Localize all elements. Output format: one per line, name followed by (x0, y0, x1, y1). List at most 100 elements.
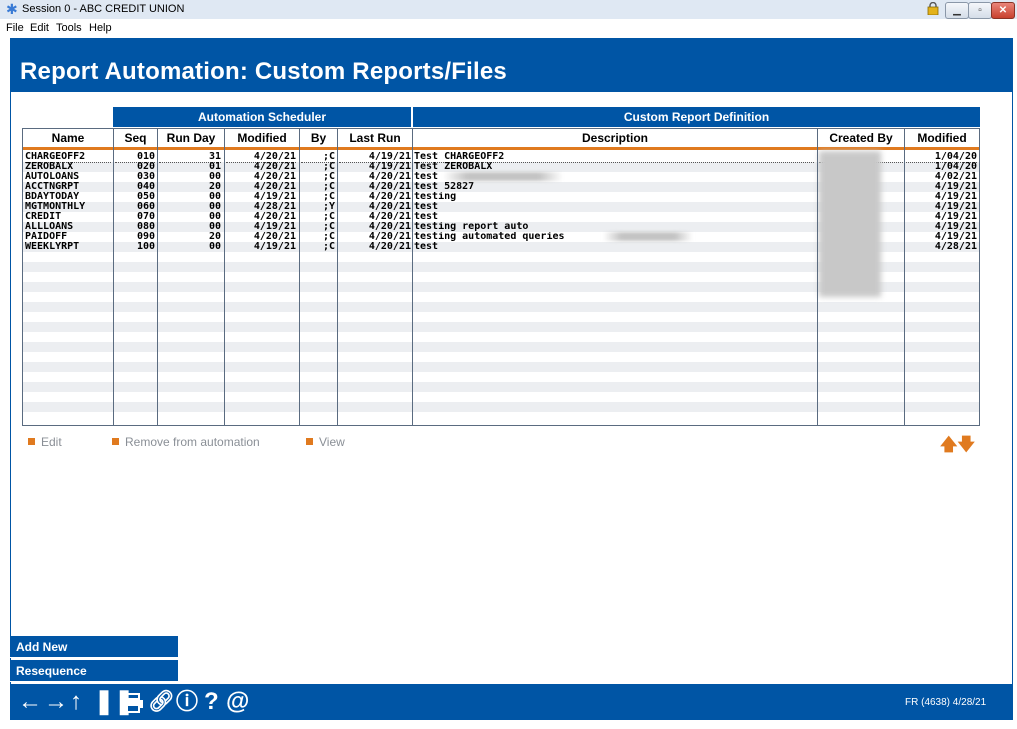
cell-def-modified: 4/19/21 (934, 192, 977, 202)
cell-name: MGTMONTHLY (25, 202, 86, 212)
col-divider (412, 129, 413, 425)
cell-name: WEEKLYRPT (25, 242, 80, 252)
minimize-icon: ▁ (953, 5, 961, 16)
menu-bar: File Edit Tools Help (0, 19, 1017, 37)
col-header-last-run[interactable]: Last Run (338, 129, 412, 150)
cell-description: test (414, 202, 439, 212)
view-action[interactable]: View (306, 435, 345, 449)
cell-by: ;C (322, 182, 335, 192)
cell-by: ;C (322, 172, 335, 182)
cell-description: test (414, 212, 439, 222)
reports-grid[interactable]: Name Seq Run Day Modified By Last Run De… (22, 128, 980, 426)
menu-tools[interactable]: Tools (56, 22, 82, 34)
cell-def-modified: 1/04/20 (934, 162, 977, 172)
edit-action-label: Edit (41, 435, 62, 449)
print-icon[interactable] (122, 693, 144, 713)
cell-name: ZEROBALX (25, 162, 74, 172)
col-header-def-modified[interactable]: Modified (905, 129, 979, 150)
add-new-button[interactable]: Add New (10, 636, 178, 658)
up-arrow-icon[interactable]: ↑ (70, 689, 82, 715)
cell-description: testing (414, 192, 457, 202)
menu-file[interactable]: File (6, 22, 24, 34)
redacted-text (443, 172, 563, 181)
move-up-arrow-icon[interactable]: 🡅 (940, 435, 957, 454)
menu-edit[interactable]: Edit (30, 22, 49, 34)
remove-action-label: Remove from automation (125, 435, 260, 449)
cell-name: CREDIT (25, 212, 62, 222)
cell-modified: 4/20/21 (253, 232, 296, 242)
row-background (23, 382, 979, 392)
forward-arrow-icon[interactable]: → (44, 689, 68, 715)
col-divider (224, 129, 225, 425)
cell-by: ;C (322, 192, 335, 202)
cell-seq: 040 (136, 182, 155, 192)
col-header-run-day[interactable]: Run Day (158, 129, 224, 150)
cell-run-day: 01 (208, 162, 221, 172)
minimize-button[interactable]: ▁ (945, 2, 969, 19)
menu-help[interactable]: Help (89, 22, 112, 34)
cell-seq: 030 (136, 172, 155, 182)
at-icon[interactable]: @ (226, 689, 249, 715)
maximize-icon: ▫ (978, 5, 982, 16)
col-divider (113, 129, 114, 425)
close-button[interactable]: ✕ (991, 2, 1015, 19)
group-header-definition: Custom Report Definition (413, 107, 980, 127)
col-header-name[interactable]: Name (23, 129, 113, 150)
cell-modified: 4/28/21 (253, 202, 296, 212)
cell-seq: 080 (136, 222, 155, 232)
window-titlebar: ✱ Session 0 - ABC CREDIT UNION ▁ ▫ ✕ (0, 0, 1017, 20)
move-down-arrow-icon[interactable]: 🡇 (957, 435, 974, 454)
row-background (23, 342, 979, 352)
cell-run-day: 00 (208, 242, 221, 252)
col-header-modified[interactable]: Modified (225, 129, 299, 150)
col-divider (157, 129, 158, 425)
row-background (23, 402, 979, 412)
window-title: Session 0 - ABC CREDIT UNION (22, 3, 185, 15)
cell-modified: 4/19/21 (253, 192, 296, 202)
col-header-by[interactable]: By (300, 129, 337, 150)
page-title: Report Automation: Custom Reports/Files (20, 58, 507, 85)
lock-icon (927, 2, 939, 15)
cell-description: testing report auto (414, 222, 529, 232)
cell-def-modified: 4/19/21 (934, 182, 977, 192)
group-header-scheduler: Automation Scheduler (113, 107, 411, 127)
help-icon[interactable]: ? (204, 689, 219, 715)
resequence-button[interactable]: Resequence (10, 660, 178, 682)
info-icon[interactable]: ⓘ (176, 689, 198, 715)
cell-description: test (414, 242, 439, 252)
cell-by: ;Y (322, 202, 335, 212)
remove-from-automation-action[interactable]: Remove from automation (112, 435, 260, 449)
col-header-seq[interactable]: Seq (114, 129, 157, 150)
cell-modified: 4/20/21 (253, 212, 296, 222)
row-background (23, 392, 979, 402)
reorder-arrows: 🡅🡇 (940, 432, 975, 461)
maximize-button[interactable]: ▫ (968, 2, 992, 19)
cell-by: ;C (322, 162, 335, 172)
cell-run-day: 00 (208, 192, 221, 202)
bullet-square-icon (112, 438, 119, 446)
cell-def-modified: 4/19/21 (934, 212, 977, 222)
cell-modified: 4/20/21 (253, 182, 296, 192)
cell-def-modified: 4/19/21 (934, 222, 977, 232)
cell-run-day: 00 (208, 222, 221, 232)
cell-description: test 52827 (414, 182, 475, 192)
col-divider (299, 129, 300, 425)
edit-action[interactable]: Edit (28, 435, 62, 449)
cell-seq: 020 (136, 162, 155, 172)
cell-last-run: 4/20/21 (368, 202, 411, 212)
col-divider (904, 129, 905, 425)
cell-by: ;C (322, 242, 335, 252)
reports-table: Automation Scheduler Custom Report Defin… (22, 107, 980, 426)
col-header-description[interactable]: Description (413, 129, 817, 150)
cell-last-run: 4/19/21 (368, 162, 411, 172)
cell-last-run: 4/20/21 (368, 222, 411, 232)
back-arrow-icon[interactable]: ← (18, 689, 42, 715)
cell-by: ;C (322, 212, 335, 222)
cell-last-run: 4/20/21 (368, 242, 411, 252)
col-header-created-by[interactable]: Created By (818, 129, 904, 150)
cell-name: PAIDOFF (25, 232, 68, 242)
cell-run-day: 00 (208, 172, 221, 182)
cell-def-modified: 4/19/21 (934, 202, 977, 212)
link-icon[interactable]: 🔗︎ (148, 689, 175, 715)
cell-seq: 060 (136, 202, 155, 212)
